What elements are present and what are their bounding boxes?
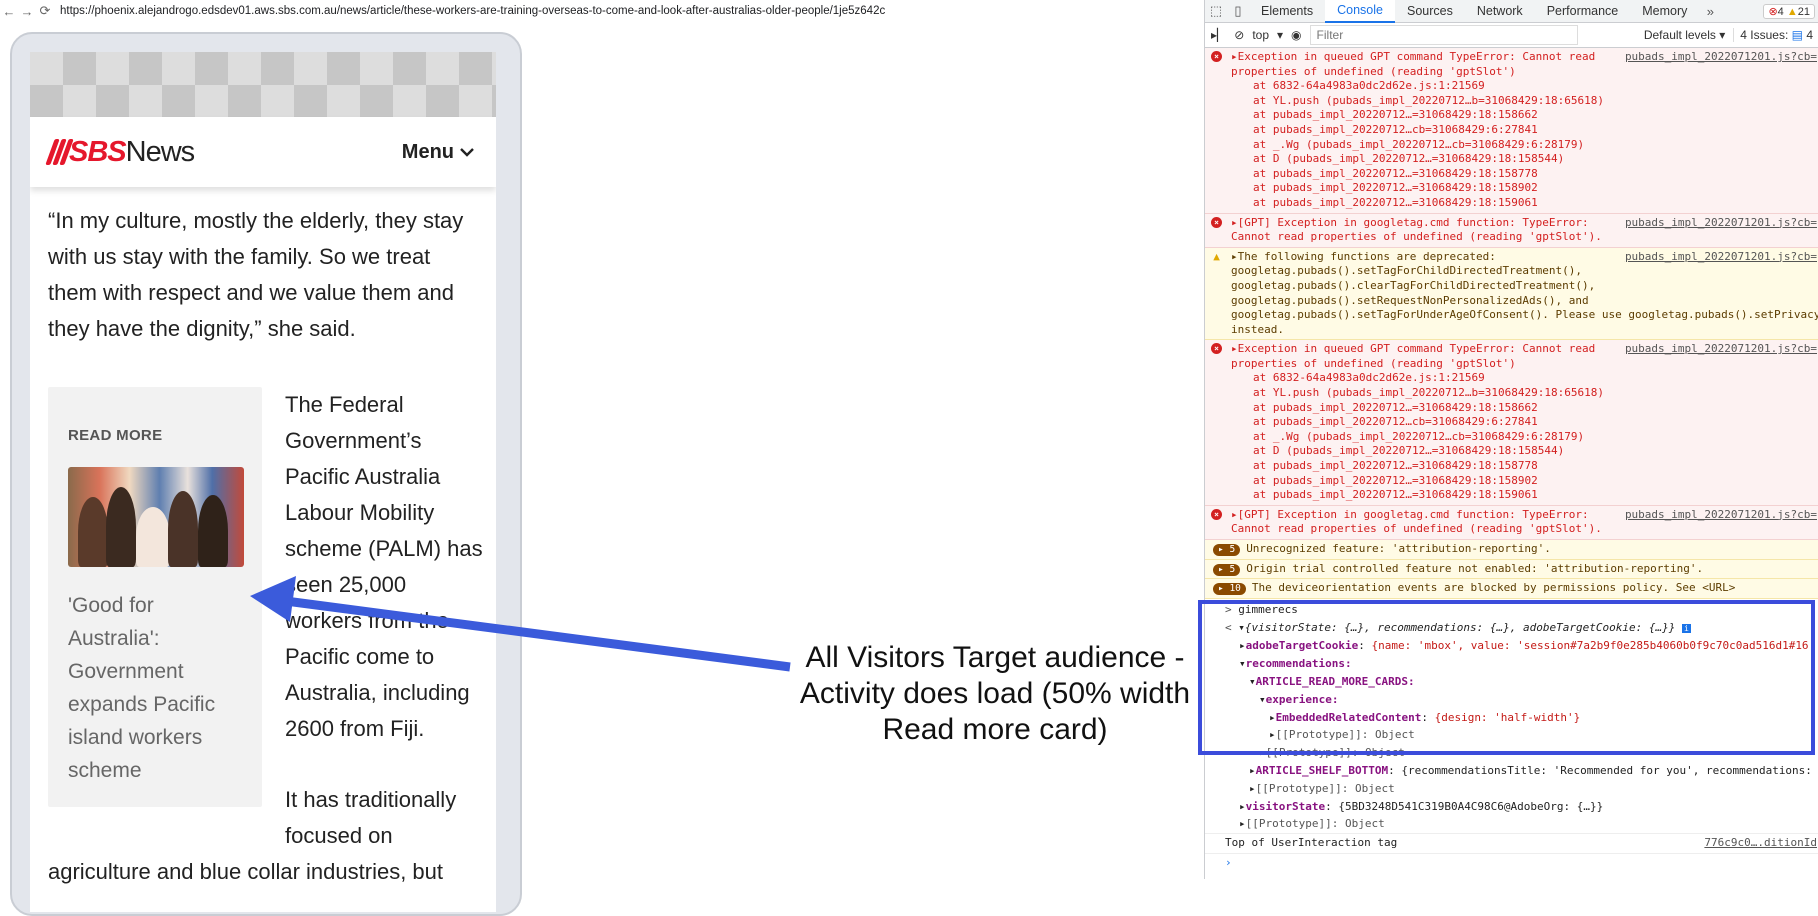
tree-node-prototype[interactable]: ▸[[Prototype]]: Object	[1205, 815, 1818, 833]
message-count-badge: ▸ 10	[1213, 583, 1246, 596]
tree-node-prototype[interactable]: ▸[[Prototype]]: Object	[1205, 726, 1818, 744]
browser-url-bar: ← → ⟳ https://phoenix.alejandrogo.edsdev…	[0, 0, 1200, 22]
tree-node-article-read-more-cards[interactable]: ▾ARTICLE_READ_MORE_CARDS:	[1205, 673, 1818, 691]
read-more-title[interactable]: 'Good for Australia': Government expands…	[68, 589, 248, 787]
console-error[interactable]: × ▸[GPT] Exception in googletag.cmd func…	[1205, 505, 1818, 540]
console-prompt[interactable]: ›	[1205, 854, 1818, 872]
console-command: > gimmerecs	[1225, 602, 1298, 616]
tree-node-prototype[interactable]: ▸[[Prototype]]: Object	[1205, 744, 1818, 762]
error-icon: ×	[1211, 508, 1222, 520]
stack-trace[interactable]: at 6832-64a4983a0dc2d62e.js:1:21569 at Y…	[1231, 371, 1815, 502]
error-icon: ×	[1211, 343, 1222, 355]
eye-icon[interactable]: ◉	[1291, 28, 1301, 42]
source-link[interactable]: pubads_impl_2022071201.js?cb=	[1624, 215, 1817, 231]
tab-memory[interactable]: Memory	[1630, 0, 1699, 22]
console-result[interactable]: < ▾{visitorState: {…}, recommendations: …	[1205, 619, 1818, 638]
console-grouped-message[interactable]: ▸ 5 Origin trial controlled feature not e…	[1205, 559, 1818, 580]
issues-button[interactable]: 4 Issues: ▤ 4	[1733, 28, 1818, 42]
console-log[interactable]: Top of UserInteraction tag 776c9c0….diti…	[1205, 833, 1818, 854]
devtools-tab-bar: ⬚ ▯ Elements Console Sources Network Per…	[1205, 0, 1818, 23]
error-icon: ×	[1211, 216, 1222, 228]
forward-icon[interactable]: →	[18, 4, 36, 19]
source-link[interactable]: 776c9c0….ditionId	[1704, 836, 1817, 851]
tree-node-article-shelf-bottom[interactable]: ▸ARTICLE_SHELF_BOTTOM: {recommendationsT…	[1205, 762, 1818, 780]
error-count-badge[interactable]: ⊗4 ▲21	[1763, 3, 1815, 19]
mobile-device-frame: SBS News Menu “In my culture, mostly the…	[10, 32, 522, 916]
tab-console[interactable]: Console	[1325, 0, 1395, 23]
sidebar-toggle-icon[interactable]: ▸▏	[1211, 28, 1226, 42]
tree-node-adobe-target-cookie[interactable]: ▸adobeTargetCookie: {name: 'mbox', value…	[1205, 637, 1818, 655]
message-count-badge: ▸ 5	[1213, 563, 1241, 576]
ad-slot-placeholder	[30, 52, 496, 117]
sbs-news-logo[interactable]: SBS News	[45, 135, 196, 169]
tree-node-prototype[interactable]: ▸[[Prototype]]: Object	[1205, 780, 1818, 798]
device-toolbar-icon[interactable]: ▯	[1227, 3, 1249, 19]
console-grouped-message[interactable]: ▸ 10 The deviceorientation events are blo…	[1205, 579, 1818, 599]
tree-node-experience[interactable]: ▾experience:	[1205, 691, 1818, 709]
read-more-label: READ MORE	[68, 427, 163, 444]
source-link[interactable]: pubads_impl_2022071201.js?cb=	[1624, 507, 1817, 523]
reload-icon[interactable]: ⟳	[36, 3, 54, 19]
annotation-text: All Visitors Target audience - Activity …	[799, 641, 1191, 746]
article-paragraph: agriculture and blue collar industries, …	[48, 859, 444, 884]
address-input[interactable]: https://phoenix.alejandrogo.edsdev01.aws…	[60, 5, 885, 17]
article-body: READ MORE 'Good for Australia': Governme…	[30, 387, 496, 884]
error-icon: ×	[1211, 51, 1222, 62]
back-icon[interactable]: ←	[0, 4, 18, 19]
error-warning-counts[interactable]: ⊗4 ▲21	[1763, 3, 1818, 19]
console-warning[interactable]: ▲ ▸The following functions are deprecate…	[1205, 247, 1818, 341]
inspect-element-icon[interactable]: ⬚	[1205, 3, 1227, 19]
chevron-down-icon	[460, 148, 474, 157]
devtools-panel: ⬚ ▯ Elements Console Sources Network Per…	[1204, 0, 1818, 879]
console-error[interactable]: × ▸Exception in queued GPT command TypeE…	[1205, 340, 1818, 506]
console-error[interactable]: × ▸[GPT] Exception in googletag.cmd func…	[1205, 213, 1818, 248]
filter-input[interactable]: Filter	[1309, 25, 1578, 45]
article-paragraph: It has traditionally focused on	[285, 787, 457, 848]
article-quote: “In my culture, mostly the elderly, they…	[48, 208, 464, 341]
logo-sbs-text: SBS	[69, 135, 127, 168]
menu-button[interactable]: Menu	[402, 141, 474, 164]
tab-sources[interactable]: Sources	[1395, 0, 1465, 22]
sbs-logo-icon	[45, 139, 74, 165]
read-more-card[interactable]: READ MORE 'Good for Australia': Governme…	[48, 387, 262, 807]
console-messages: × ▸Exception in queued GPT command TypeE…	[1205, 48, 1818, 872]
menu-label: Menu	[401, 140, 454, 163]
mobile-viewport: SBS News Menu “In my culture, mostly the…	[30, 52, 496, 912]
tab-elements[interactable]: Elements	[1249, 0, 1325, 22]
tree-node-recommendations[interactable]: ▾recommendations:	[1205, 655, 1818, 673]
article-paragraph: The Federal Government’s Pacific Austral…	[285, 392, 483, 741]
tree-node-visitor-state[interactable]: ▸visitorState: {5BD3248D541C319B0A4C98C6…	[1205, 798, 1818, 816]
console-error[interactable]: × ▸Exception in queued GPT command TypeE…	[1205, 48, 1818, 214]
tree-node-embedded-related-content[interactable]: ▸EmbeddedRelatedContent: {design: 'half-…	[1205, 709, 1818, 727]
stack-trace[interactable]: at 6832-64a4983a0dc2d62e.js:1:21569 at Y…	[1231, 79, 1815, 210]
more-tabs-icon[interactable]: »	[1699, 4, 1721, 19]
context-select[interactable]: top	[1252, 28, 1269, 42]
source-link[interactable]: pubads_impl_2022071201.js?cb=	[1624, 342, 1817, 357]
console-grouped-message[interactable]: ▸ 5 Unrecognized feature: 'attribution-re…	[1205, 540, 1818, 560]
warning-icon: ▲	[1213, 249, 1220, 263]
logo-news-text: News	[125, 135, 196, 168]
clear-console-icon[interactable]: ⊘	[1234, 28, 1244, 42]
log-levels-select[interactable]: Default levels ▾	[1644, 28, 1725, 42]
tab-performance[interactable]: Performance	[1535, 0, 1631, 22]
message-count-badge: ▸ 5	[1213, 544, 1241, 556]
tab-network[interactable]: Network	[1465, 0, 1535, 22]
console-toolbar: ▸▏ ⊘ top ▾ ◉ Filter Default levels ▾ 4 Is…	[1205, 23, 1818, 48]
site-header: SBS News Menu	[30, 117, 496, 187]
source-link[interactable]: pubads_impl_2022071201.js?cb=	[1624, 50, 1817, 65]
read-more-thumbnail[interactable]	[68, 467, 244, 567]
source-link[interactable]: pubads_impl_2022071201.js?cb=	[1624, 249, 1817, 265]
